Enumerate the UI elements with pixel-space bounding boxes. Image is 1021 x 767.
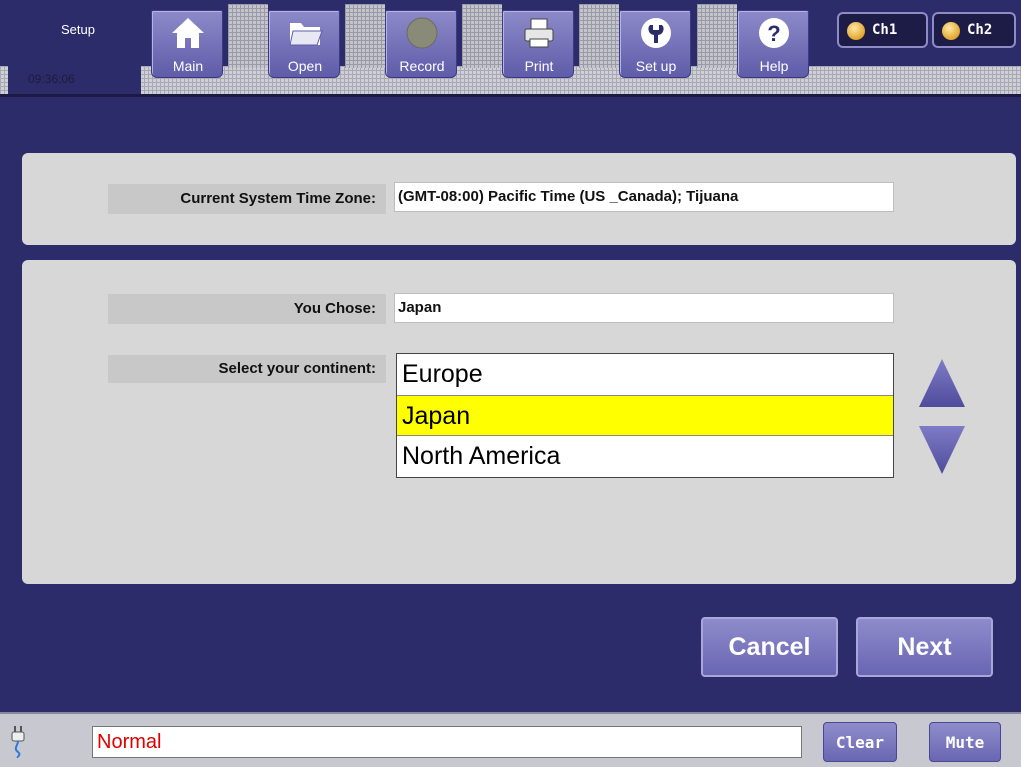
- clear-button[interactable]: Clear: [823, 722, 897, 762]
- toolbar-separator: [228, 4, 268, 68]
- toolbar-separator: [345, 4, 385, 68]
- print-button-label: Print: [524, 58, 554, 74]
- timezone-label: Current System Time Zone:: [108, 184, 386, 214]
- cancel-button[interactable]: Cancel: [701, 617, 838, 677]
- list-item[interactable]: North America: [397, 436, 893, 477]
- open-button-label: Open: [287, 58, 323, 74]
- home-icon: [172, 18, 204, 48]
- channel-indicator-icon: [847, 22, 865, 40]
- clock: 09:36:06: [28, 72, 75, 86]
- channel-1-label: Ch1: [872, 22, 898, 38]
- channel-2-label: Ch2: [967, 22, 993, 38]
- toolbar-divider: [0, 94, 1021, 97]
- record-button[interactable]: Record: [385, 10, 457, 78]
- continent-listbox[interactable]: Europe Japan North America: [396, 353, 894, 478]
- svg-text:?: ?: [767, 21, 780, 46]
- setup-button-label: Set up: [635, 58, 677, 74]
- channel-1-button[interactable]: Ch1: [837, 12, 928, 48]
- scroll-down-arrow-icon[interactable]: [917, 424, 967, 476]
- wrench-icon: [641, 18, 671, 48]
- open-button[interactable]: Open: [268, 10, 340, 78]
- toolbar-separator: [697, 4, 737, 68]
- you-chose-label: You Chose:: [108, 294, 386, 324]
- setup-button[interactable]: Set up: [619, 10, 691, 78]
- screen-title: Setup: [61, 22, 95, 37]
- scroll-up-arrow-icon[interactable]: [917, 357, 967, 409]
- main-button-label: Main: [172, 58, 204, 74]
- printer-icon: [524, 18, 554, 48]
- help-icon: ?: [759, 18, 789, 48]
- continent-label: Select your continent:: [108, 355, 386, 383]
- help-button-label: Help: [759, 58, 789, 74]
- list-item-selected[interactable]: Japan: [397, 395, 893, 436]
- you-chose-value: Japan: [394, 293, 894, 323]
- mute-button[interactable]: Mute: [929, 722, 1001, 762]
- toolbar-separator: [579, 4, 619, 68]
- folder-icon: [289, 23, 323, 46]
- record-icon: [406, 17, 438, 49]
- main-button[interactable]: Main: [151, 10, 223, 78]
- timezone-value: (GMT-08:00) Pacific Time (US _Canada); T…: [394, 182, 894, 212]
- next-button[interactable]: Next: [856, 617, 993, 677]
- top-toolbar: Setup 09:36:06 Main Open Record Print Se…: [0, 0, 1021, 97]
- status-message: Normal: [92, 726, 802, 758]
- channel-indicator-icon: [942, 22, 960, 40]
- status-bar: Normal Clear Mute: [0, 712, 1021, 767]
- channel-2-button[interactable]: Ch2: [932, 12, 1016, 48]
- list-item[interactable]: Europe: [397, 354, 893, 395]
- help-button[interactable]: ? Help: [737, 10, 809, 78]
- power-plug-icon: [11, 726, 25, 758]
- print-button[interactable]: Print: [502, 10, 574, 78]
- screen-info: Setup 09:36:06: [8, 10, 141, 94]
- record-button-label: Record: [399, 58, 445, 74]
- toolbar-separator: [462, 4, 502, 68]
